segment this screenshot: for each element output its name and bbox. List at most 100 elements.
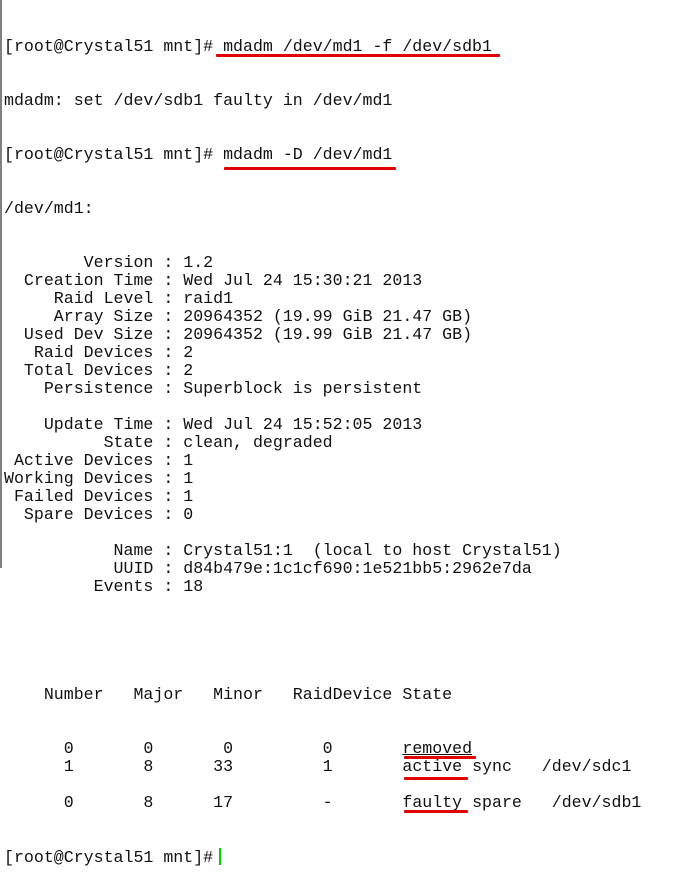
detail-key: Total Devices [4,361,154,380]
detail-row: Update Time : Wed Jul 24 15:52:05 2013 [4,416,641,434]
detail-row: Active Devices : 1 [4,452,641,470]
detail-value: raid1 [183,289,234,308]
command-line-2: [root@Crystal51 mnt]# mdadm -D /dev/md1 [4,145,641,170]
detail-key: Events [4,577,154,596]
cell-number: 0 [4,793,74,812]
detail-key: Creation Time [4,271,154,290]
cell-major: 8 [73,757,154,776]
detail-value: 2 [183,361,194,380]
detail-value: Superblock is persistent [183,379,423,398]
detail-value: 20964352 (19.99 GiB 21.47 GB) [183,307,473,326]
detail-row: Spare Devices : 0 [4,506,641,524]
detail-value: 18 [183,577,204,596]
detail-row: Persistence : Superblock is persistent [4,380,641,398]
highlight-underline [216,54,500,57]
detail-value: 0 [183,505,194,524]
prompt: [root@Crystal51 mnt]# [4,848,214,867]
cell-raiddevice: 1 [233,757,333,776]
detail-key: Version [4,253,154,272]
separator: : [153,505,184,524]
cell-state: active sync [402,757,512,776]
detail-key: Failed Devices [4,487,154,506]
detail-value: 2 [183,343,194,362]
table-header: Number Major Minor RaidDevice State [4,685,453,704]
prompt: [root@Crystal51 mnt]# [4,37,214,56]
table-row: 1 8 33 1 active sync /dev/sdc1 [4,757,641,780]
cell-minor: 0 [153,739,234,758]
detail-row: Used Dev Size : 20964352 (19.99 GiB 21.4… [4,326,641,344]
table-row: 0 8 17 - faulty spare /dev/sdb1 [4,793,642,813]
command-line-3: [root@Crystal51 mnt]# [4,848,641,867]
detail-value: Wed Jul 24 15:30:21 2013 [183,271,423,290]
detail-row: Failed Devices : 1 [4,488,641,506]
prompt: [root@Crystal51 mnt]# [4,145,214,164]
detail-value: 1 [183,469,194,488]
separator: : [153,361,184,380]
detail-key: Raid Level [4,289,154,308]
cell-number: 0 [4,739,74,758]
cell-raiddevice: 0 [233,739,333,758]
highlight-underline [224,167,396,170]
detail-row: Array Size : 20964352 (19.99 GiB 21.47 G… [4,308,641,326]
detail-key: Used Dev Size [4,325,154,344]
separator: : [153,487,184,506]
detail-row: UUID : d84b479e:1c1cf690:1e521bb5:2962e7… [4,560,641,578]
detail-value: d84b479e:1c1cf690:1e521bb5:2962e7da [183,559,532,578]
separator: : [153,307,184,326]
window-left-border [0,0,2,568]
detail-key: Raid Devices [4,343,154,362]
separator: : [153,559,184,578]
cell-device: /dev/sdc1 [541,757,632,776]
detail-row: State : clean, degraded [4,434,641,452]
separator: : [153,415,184,434]
output-line: mdadm: set /dev/sdb1 faulty in /dev/md1 [4,91,393,110]
detail-key: Spare Devices [4,505,154,524]
detail-key: Working Devices [4,469,154,488]
cell-minor: 17 [153,793,234,812]
separator: : [153,379,184,398]
detail-row: Raid Level : raid1 [4,290,641,308]
separator: : [153,469,184,488]
detail-key: Name [4,541,154,560]
detail-value: 1 [183,451,194,470]
detail-key: Update Time [4,415,154,434]
detail-row: Raid Devices : 2 [4,344,641,362]
separator: : [153,325,184,344]
terminal-output[interactable]: [root@Crystal51 mnt]# mdadm /dev/md1 -f … [4,2,641,884]
text-cursor [219,848,222,865]
separator: : [153,253,184,272]
separator: : [153,541,184,560]
cell-major: 0 [73,739,154,758]
table-row: 0 0 0 0 removed [4,739,641,759]
detail-row: Events : 18 [4,578,641,596]
detail-row: Working Devices : 1 [4,470,641,488]
command-detail: mdadm -D /dev/md1 [213,145,393,164]
detail-value: 20964352 (19.99 GiB 21.47 GB) [183,325,473,344]
detail-key: State [4,433,154,452]
detail-key: UUID [4,559,154,578]
separator: : [153,433,184,452]
detail-value: Crystal51:1 (local to host Crystal51) [183,541,562,560]
detail-row: Creation Time : Wed Jul 24 15:30:21 2013 [4,272,641,290]
device-header: /dev/md1: [4,199,94,218]
cell-device: /dev/sdb1 [551,793,642,812]
separator: : [153,577,184,596]
detail-value: 1.2 [183,253,214,272]
detail-row: Version : 1.2 [4,254,641,272]
separator: : [153,271,184,290]
detail-key: Array Size [4,307,154,326]
cell-number: 1 [4,757,74,776]
separator: : [153,451,184,470]
detail-row: Total Devices : 2 [4,362,641,380]
detail-value: 1 [183,487,194,506]
separator: : [153,343,184,362]
